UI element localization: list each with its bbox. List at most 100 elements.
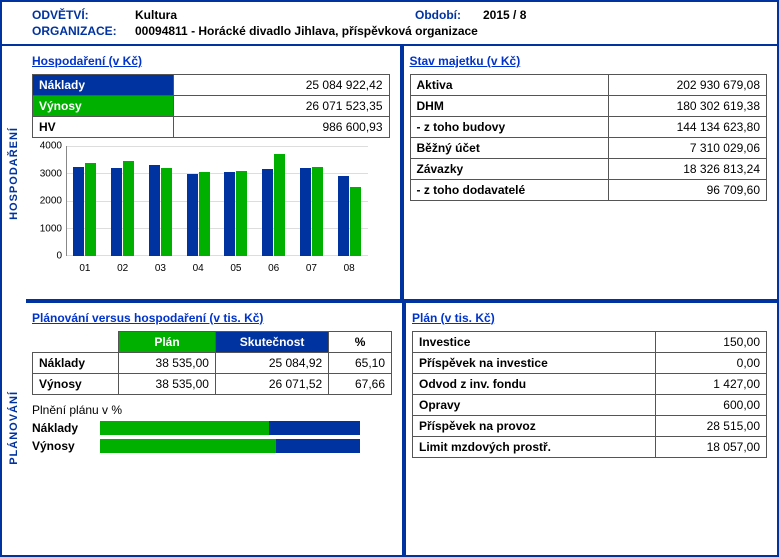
plan-title[interactable]: Plán (v tis. Kč) [412,311,495,325]
table-row-label: Příspěvek na provoz [413,415,656,436]
col-skut: Skutečnost [215,331,328,352]
panel-plan-vs-hosp: Plánování versus hospodaření (v tis. Kč)… [26,303,402,556]
table-row-value: 7 310 029,06 [609,138,767,159]
table-row-label: Aktiva [410,75,609,96]
y-tick: 3000 [32,168,62,179]
table-row-label: Závazky [410,159,609,180]
x-tick: 02 [117,263,128,274]
majetek-table: Aktiva202 930 679,08DHM180 302 619,38- z… [410,74,768,201]
progress-row: Výnosy [32,439,392,453]
table-row-value: 144 134 623,80 [609,117,767,138]
table-row-label: Náklady [33,352,119,373]
bar-group [149,165,172,256]
pb-title: Plnění plánu v % [32,403,392,417]
table-row-value: 18 057,00 [655,436,766,457]
hospodareni-chart: 0102030405060708 01000200030004000 [32,144,372,274]
table-row-label: Limit mzdových prostř. [413,436,656,457]
plan-value: 38 535,00 [119,352,216,373]
skut-value: 26 071,52 [215,373,328,394]
pct-value: 65,10 [329,352,392,373]
naklady-label: Náklady [33,75,174,96]
bar [187,174,198,257]
bar [224,172,235,256]
progress-label: Výnosy [32,439,92,453]
odvetvi-value: Kultura [135,8,177,22]
bar [350,187,361,256]
table-row-value: 150,00 [655,331,766,352]
bar [338,176,349,256]
hv-value: 986 600,93 [174,117,389,138]
bar-group [187,172,210,256]
bar [300,168,311,256]
x-tick: 06 [268,263,279,274]
obdobi-label: Období: [415,8,475,22]
table-row-label: - z toho budovy [410,117,609,138]
bar [199,172,210,256]
bar [262,169,273,256]
y-tick: 2000 [32,196,62,207]
table-row-label: Výnosy [33,373,119,394]
table-row-value: 96 709,60 [609,180,767,201]
col-plan: Plán [119,331,216,352]
bar [123,161,134,256]
table-row-label: Investice [413,331,656,352]
vynosy-value: 26 071 523,35 [174,96,389,117]
progress-track [100,421,360,435]
pct-value: 67,66 [329,373,392,394]
bar-group [224,171,247,256]
table-row-label: DHM [410,96,609,117]
progress-label: Náklady [32,421,92,435]
tab-planovani[interactable]: PLÁNOVÁNÍ [2,301,26,556]
bar-group [111,161,134,256]
tab-hospodareni[interactable]: HOSPODAŘENÍ [2,46,26,301]
org-label: ORGANIZACE: [32,24,127,38]
panel-majetek: Stav majetku (v Kč) Aktiva202 930 679,08… [400,46,778,299]
skut-value: 25 084,92 [215,352,328,373]
bar [236,171,247,256]
hospodareni-table: Náklady 25 084 922,42 Výnosy 26 071 523,… [32,74,390,138]
panel-hospodareni: Hospodaření (v Kč) Náklady 25 084 922,42… [26,46,400,299]
bar [312,167,323,256]
table-row-value: 18 326 813,24 [609,159,767,180]
hospodareni-title[interactable]: Hospodaření (v Kč) [32,54,142,68]
bar-group [262,154,285,256]
x-tick: 05 [230,263,241,274]
col-pct: % [329,331,392,352]
table-row-value: 180 302 619,38 [609,96,767,117]
x-tick: 03 [155,263,166,274]
table-row-label: Příspěvek na investice [413,352,656,373]
progress-track [100,439,360,453]
table-row-value: 1 427,00 [655,373,766,394]
naklady-value: 25 084 922,42 [174,75,389,96]
table-row-label: Odvod z inv. fondu [413,373,656,394]
progress-fill [100,439,276,453]
odvetvi-label: ODVĚTVÍ: [32,8,127,22]
planhosp-table: Plán Skutečnost % Náklady 38 535,00 25 0… [32,331,392,395]
bar-group [338,176,361,256]
obdobi-value: 2015 / 8 [483,8,526,22]
hv-label: HV [33,117,174,138]
table-row-label: Běžný účet [410,138,609,159]
bar [274,154,285,256]
bar [73,167,84,256]
plan-table: Investice150,00Příspěvek na investice0,0… [412,331,767,458]
vynosy-label: Výnosy [33,96,174,117]
bar [85,163,96,257]
table-row-value: 600,00 [655,394,766,415]
x-tick: 08 [344,263,355,274]
bar [161,168,172,256]
table-row-label: - z toho dodavatelé [410,180,609,201]
org-value: 00094811 - Horácké divadlo Jihlava, přís… [135,24,478,38]
bar [111,168,122,256]
report-page: ODVĚTVÍ: Kultura Období: 2015 / 8 ORGANI… [0,0,779,557]
table-row-label: Opravy [413,394,656,415]
majetek-title[interactable]: Stav majetku (v Kč) [410,54,521,68]
progress-row: Náklady [32,421,392,435]
planhosp-title[interactable]: Plánování versus hospodaření (v tis. Kč) [32,311,263,325]
bar-group [300,167,323,256]
y-tick: 1000 [32,223,62,234]
side-tabs: HOSPODAŘENÍ PLÁNOVÁNÍ [2,46,26,555]
y-tick: 0 [32,251,62,262]
table-row-value: 202 930 679,08 [609,75,767,96]
x-tick: 04 [193,263,204,274]
